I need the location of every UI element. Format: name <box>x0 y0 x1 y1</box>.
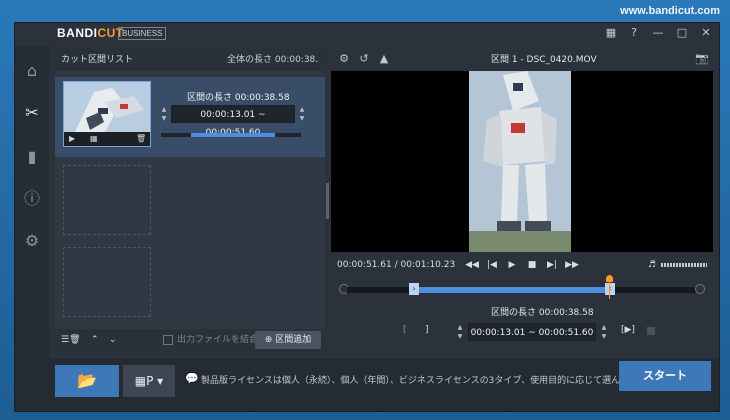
message-icon: 💬 <box>185 372 199 385</box>
sidebar: ☰ ⌂ ✂ ▮ ⓘ ⚙ ◉ <box>15 23 49 411</box>
delete-all-icon[interactable]: ☰🗑 <box>61 329 81 351</box>
video-preview[interactable] <box>331 71 713 252</box>
empty-clip-slot <box>63 165 151 235</box>
segment-length: 区間の長さ 00:00:38.58 <box>491 308 594 318</box>
titlebar: BANDICUT BUSINESS ▦ ? — □ ✕ <box>15 23 719 45</box>
start-time-stepper[interactable]: ▲ ▼ <box>159 105 169 123</box>
delete-icon[interactable]: 🗑 <box>136 134 146 143</box>
volume-slider[interactable] <box>661 263 707 267</box>
clip-thumbnail-toolbar: ▶ ▦ 🗑 <box>64 132 150 146</box>
play-icon[interactable]: ▶ <box>69 134 75 143</box>
selection-start-handle[interactable]: › <box>409 283 419 295</box>
license-message: 製品版ライセンスは個人（永続）、個人（年間）、ビジネスライセンスの3タイプ、使用… <box>201 376 665 386</box>
selection-end-handle[interactable]: ‹ <box>605 283 615 295</box>
video-frame <box>469 71 571 252</box>
segment-range[interactable]: 00:00:13.01 ~ 00:00:51.60 <box>468 323 596 341</box>
clip-item[interactable]: ▶ ▦ 🗑 区間の長さ 00:00:38.58 ▲ ▼ 00:00:13.01 ~… <box>55 77 325 157</box>
snapshot-icon[interactable]: 📷 <box>695 52 709 66</box>
segment-title: 区間 1 - DSC_0420.MOV <box>491 55 597 65</box>
panel-splitter[interactable] <box>326 183 329 219</box>
loop-icon[interactable] <box>647 327 655 335</box>
cut-icon[interactable]: ✂ <box>22 103 42 123</box>
stop-icon[interactable]: ■ <box>525 258 539 272</box>
help-icon[interactable]: ? <box>627 26 641 40</box>
clip-range[interactable]: 00:00:13.01 ~ 00:00:51.60 <box>171 105 295 138</box>
next-frame-icon[interactable]: ▶| <box>545 258 559 272</box>
site-watermark: www.bandicut.com <box>620 5 720 17</box>
next-segment-icon[interactable]: ▶▶ <box>565 258 579 272</box>
prev-frame-icon[interactable]: |◀ <box>485 258 499 272</box>
preview-segment-icon[interactable]: [▶] <box>621 325 635 335</box>
empty-clip-slot <box>63 247 151 317</box>
robot-thumbnail-image <box>64 82 150 134</box>
cut-list-header: カット区間リスト 全体の長さ 00:00:38.58 <box>55 49 325 71</box>
home-icon[interactable]: ⌂ <box>22 61 42 81</box>
app-window: ☰ ⌂ ✂ ▮ ⓘ ⚙ ◉ BANDICUT BUSINESS ▦ ? — □ … <box>14 22 720 412</box>
timeline-selection[interactable] <box>417 287 609 293</box>
clip-thumbnail[interactable]: ▶ ▦ 🗑 <box>63 81 151 147</box>
gear-icon[interactable]: ⚙ <box>337 52 351 66</box>
play-button-icon[interactable]: ▶ <box>505 258 519 272</box>
close-icon[interactable]: ✕ <box>699 26 713 40</box>
move-up-icon[interactable]: ⌃ <box>91 329 99 351</box>
output-format-button[interactable]: ▦P ▾ <box>123 365 175 397</box>
set-start-icon[interactable]: [ <box>403 325 407 335</box>
format-icon: ▦P ▾ <box>134 374 164 388</box>
clip-length: 区間の長さ 00:00:38.58 <box>187 93 290 103</box>
bottom-bar: 📂 ▦P ▾ 💬 製品版ライセンスは個人（永続）、個人（年間）、ビジネスライセン… <box>15 359 719 411</box>
robot-video-image <box>469 71 571 252</box>
info-icon[interactable]: ⓘ <box>22 189 42 209</box>
grid-icon[interactable]: ▦ <box>90 134 98 143</box>
clip-progress-fill <box>191 133 275 137</box>
timeline[interactable]: › ‹ <box>339 275 705 299</box>
minimize-icon[interactable]: — <box>651 26 665 40</box>
total-length: 全体の長さ 00:00:38.58 <box>227 55 319 65</box>
segment-end-stepper[interactable]: ▲ ▼ <box>599 323 609 341</box>
playhead-marker-icon[interactable] <box>606 275 613 282</box>
preview-header: ⚙ ↺ ▲ 区間 1 - DSC_0420.MOV 📷 <box>331 49 719 71</box>
filmstrip-icon[interactable]: ▮ <box>22 147 42 167</box>
folder-open-icon: 📂 <box>77 371 97 390</box>
time-display: 00:00:51.61 / 00:01:10.23 <box>337 260 456 270</box>
prev-segment-icon[interactable]: ◀◀ <box>465 258 479 272</box>
merge-output-label: 出力ファイルを結合 <box>177 335 259 345</box>
settings-icon[interactable]: ⚙ <box>22 231 42 251</box>
timeline-track[interactable] <box>347 287 697 293</box>
merge-output-checkbox[interactable] <box>163 335 173 345</box>
clip-progress-bar <box>161 133 301 137</box>
timeline-end-marker[interactable] <box>695 284 705 294</box>
cut-list-title: カット区間リスト <box>61 55 134 65</box>
preview-panel: ⚙ ↺ ▲ 区間 1 - DSC_0420.MOV 📷 00:00:51.61 … <box>331 49 719 351</box>
cut-list-footer: ☰🗑 ⌃ ⌄ 出力ファイルを結合 ⊕ 区間追加 <box>55 329 325 351</box>
playback-controls: 00:00:51.61 / 00:01:10.23 ◀◀ |◀ ▶ ■ ▶| ▶… <box>331 255 713 275</box>
maximize-icon[interactable]: □ <box>675 26 689 40</box>
rotate-icon[interactable]: ↺ <box>357 52 371 66</box>
end-time-stepper[interactable]: ▲ ▼ <box>297 105 307 123</box>
jump-start-icon[interactable]: ] <box>425 325 429 335</box>
flip-icon[interactable]: ▲ <box>377 52 391 66</box>
segment-start-stepper[interactable]: ▲ ▼ <box>455 323 465 341</box>
open-file-button[interactable]: 📂 <box>55 365 119 397</box>
volume-icon[interactable]: ♬ <box>645 258 659 272</box>
add-segment-button[interactable]: ⊕ 区間追加 <box>255 331 321 349</box>
app-logo: BANDICUT <box>57 26 124 40</box>
folder-icon[interactable]: ▦ <box>604 26 618 40</box>
edition-badge: BUSINESS <box>118 27 167 40</box>
move-down-icon[interactable]: ⌄ <box>109 329 117 351</box>
cut-list-panel: カット区間リスト 全体の長さ 00:00:38.58 ▶ ▦ 🗑 <box>55 49 325 351</box>
start-button[interactable]: スタート <box>619 361 711 391</box>
